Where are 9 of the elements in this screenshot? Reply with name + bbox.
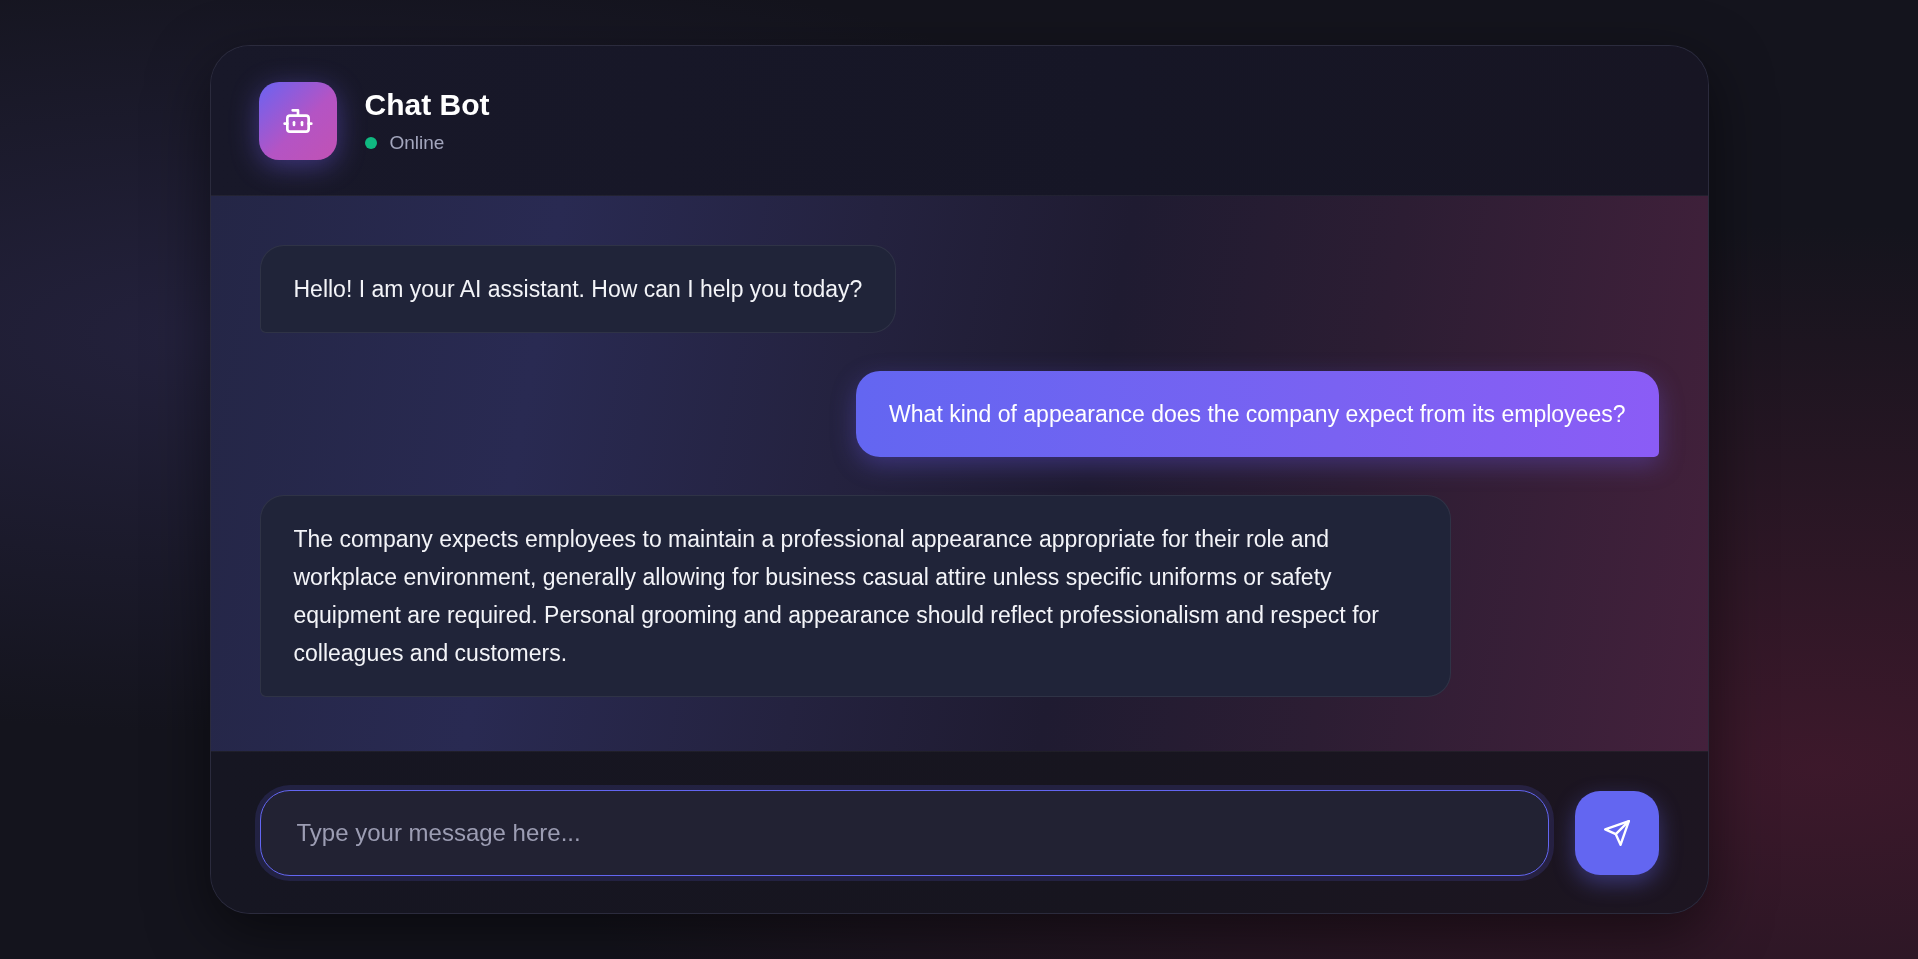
status-label: Online xyxy=(389,130,445,155)
bot-message: Hello! I am your AI assistant. How can I help you today? xyxy=(259,245,897,333)
bot-name: Chat Bot xyxy=(364,86,490,123)
bot-message: The company expects employees to maintain a professional appearance appropriate for their role and workplace environment, generally allowing for business casual attire unless specific uniforms or safety equipment are required. Personal grooming and appearance should reflect professionalism and respect for colleagues and customers. xyxy=(259,495,1451,697)
send-icon xyxy=(1603,819,1630,846)
user-message: What kind of appearance does the company expect from its employees? xyxy=(856,371,1659,457)
robot-icon xyxy=(258,81,337,160)
send-button[interactable] xyxy=(1574,790,1659,875)
message-input[interactable]: Type your message here... xyxy=(259,789,1549,876)
